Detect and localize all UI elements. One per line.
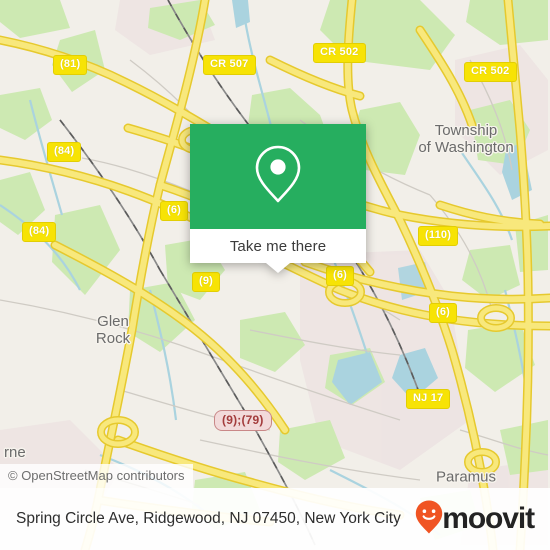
popup-action-bar[interactable]: Take me there bbox=[190, 229, 366, 263]
map-canvas[interactable]: Township of Washington Glen Rock Paramus… bbox=[0, 0, 550, 550]
map-share-card: Township of Washington Glen Rock Paramus… bbox=[0, 0, 550, 550]
road-shield[interactable]: (6) bbox=[160, 201, 189, 221]
road-shield[interactable]: CR 502 bbox=[464, 62, 517, 82]
address-text: Spring Circle Ave, Ridgewood, NJ 07450, … bbox=[16, 509, 401, 527]
road-shield[interactable]: (110) bbox=[418, 226, 459, 246]
road-shield[interactable]: CR 507 bbox=[203, 55, 256, 75]
osm-attribution[interactable]: © OpenStreetMap contributors bbox=[0, 464, 193, 488]
road-shield[interactable]: (9) bbox=[192, 272, 221, 292]
road-shield[interactable]: CR 502 bbox=[313, 43, 366, 63]
take-me-there-button[interactable]: Take me there bbox=[230, 238, 326, 255]
road-shield[interactable]: (81) bbox=[53, 55, 88, 75]
moovit-wordmark: moovit bbox=[442, 502, 535, 535]
moovit-smiley-pin-icon bbox=[414, 499, 444, 540]
road-shield[interactable]: (84) bbox=[47, 142, 82, 162]
moovit-logo[interactable]: moovit bbox=[414, 499, 538, 540]
map-pin-icon bbox=[252, 143, 304, 210]
road-shield[interactable]: NJ 17 bbox=[406, 389, 451, 409]
road-shield[interactable]: (9);(79) bbox=[214, 410, 272, 431]
popup-image-area bbox=[190, 124, 366, 229]
road-shield[interactable]: (6) bbox=[326, 266, 355, 286]
destination-popup[interactable]: Take me there bbox=[190, 124, 366, 273]
footer-bar: Spring Circle Ave, Ridgewood, NJ 07450, … bbox=[0, 488, 550, 550]
popup-pointer-tail bbox=[266, 263, 290, 273]
road-shield[interactable]: (84) bbox=[22, 222, 57, 242]
road-shield[interactable]: (6) bbox=[429, 303, 458, 323]
